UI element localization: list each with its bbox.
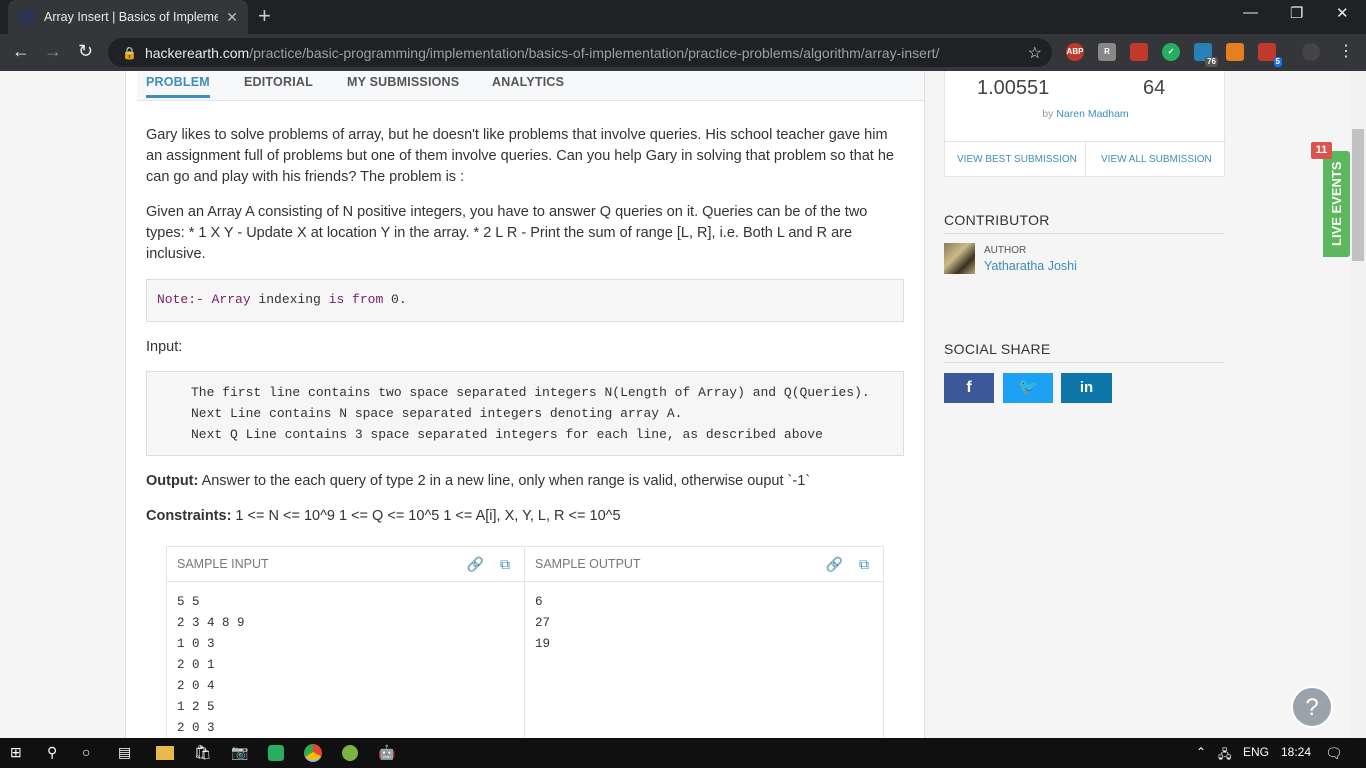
input-label: Input:	[146, 339, 183, 355]
sample-input-body: 5 5 2 3 4 8 9 1 0 3 2 0 1 2 0 4 1 2 5 2 …	[177, 595, 245, 735]
search-icon[interactable]: ⚲	[47, 744, 57, 761]
live-events-button[interactable]: LIVE EVENTS	[1323, 151, 1350, 257]
author-name-link[interactable]: Yatharatha Joshi	[984, 259, 1077, 273]
link-icon[interactable]: 🔗	[826, 556, 843, 572]
app-lime-icon[interactable]	[342, 745, 358, 761]
language-indicator[interactable]: ENG	[1243, 745, 1269, 759]
constraints-section: Constraints: 1 <= N <= 10^9 1 <= Q <= 10…	[146, 508, 621, 524]
facebook-share-button[interactable]: f	[944, 373, 994, 403]
url-host: hackerearth.com	[144, 44, 250, 61]
profile-avatar[interactable]	[1302, 43, 1320, 61]
network-icon[interactable]: 🖧	[1218, 745, 1231, 766]
extension-badge-count: 76	[1205, 57, 1218, 67]
view-all-submission-link[interactable]: VIEW ALL SUBMISSION	[1101, 154, 1212, 165]
chrome-taskbar-icon[interactable]	[304, 744, 322, 762]
sample-output-column: SAMPLE OUTPUT 🔗 ⧉ 6 27 19	[525, 547, 883, 738]
taskbar: ⊞ ⚲ ○ ▤ 🛍 📷 🤖 ⌃ 🖧 ENG 18:24 🗨	[0, 738, 1366, 768]
stat-value-2: 64	[1143, 77, 1166, 99]
store-icon[interactable]: 🛍	[194, 744, 212, 761]
bookmark-star-icon[interactable]: ☆	[1028, 43, 1042, 63]
page-viewport: PROBLEM EDITORIAL MY SUBMISSIONS ANALYTI…	[0, 71, 1366, 738]
minimize-icon[interactable]: —	[1243, 4, 1258, 21]
task-view-icon[interactable]: ▤	[118, 744, 131, 761]
clock[interactable]: 18:24	[1281, 745, 1311, 759]
restore-icon[interactable]: ❐	[1290, 4, 1303, 22]
stats-author: by Naren Madham	[1042, 108, 1129, 120]
browser-tab-strip: Array Insert | Basics of Implementati ✕ …	[0, 0, 1366, 34]
input-line: Next Q Line contains 3 space separated i…	[191, 427, 823, 442]
copy-icon[interactable]: ⧉	[859, 556, 869, 572]
stats-author-link[interactable]: Naren Madham	[1056, 108, 1128, 120]
extension-notify-icon[interactable]: 5	[1258, 43, 1282, 67]
favicon-icon	[18, 9, 34, 25]
browser-toolbar: ← → ↻ 🔒 hackerearth.com/practice/basic-p…	[0, 34, 1366, 71]
browser-tab[interactable]: Array Insert | Basics of Implementati ✕	[8, 0, 248, 34]
problem-intro: Gary likes to solve problems of array, b…	[146, 127, 894, 185]
twitter-share-button[interactable]: 🐦	[1003, 373, 1053, 403]
close-tab-icon[interactable]: ✕	[226, 9, 238, 26]
submission-links: VIEW BEST SUBMISSION VIEW ALL SUBMISSION	[945, 141, 1226, 178]
reload-icon[interactable]: ↻	[78, 41, 93, 62]
tab-analytics[interactable]: ANALYTICS	[492, 75, 564, 89]
output-section: Output: Answer to the each query of type…	[146, 473, 811, 489]
camera-icon[interactable]: 📷	[231, 744, 248, 761]
problem-tabs: PROBLEM EDITORIAL MY SUBMISSIONS ANALYTI…	[137, 71, 924, 101]
sample-output-header: SAMPLE OUTPUT 🔗 ⧉	[525, 547, 883, 582]
author-avatar[interactable]	[944, 243, 975, 274]
android-icon[interactable]: 🤖	[378, 744, 395, 761]
extension-r-icon[interactable]: R	[1098, 43, 1116, 61]
extension-color-icon[interactable]	[1226, 43, 1244, 61]
checkmark-extension-icon[interactable]: ✓	[1162, 43, 1180, 61]
problem-panel: PROBLEM EDITORIAL MY SUBMISSIONS ANALYTI…	[125, 71, 925, 738]
extension-notify-count: 5	[1273, 57, 1282, 67]
author-label: AUTHOR	[984, 245, 1027, 256]
help-button[interactable]: ?	[1291, 686, 1333, 728]
sample-output-body: 6 27 19	[535, 595, 551, 651]
input-format-box: The first line contains two space separa…	[146, 371, 904, 456]
file-explorer-icon[interactable]	[156, 746, 174, 760]
windows-start-icon[interactable]: ⊞	[10, 744, 22, 761]
menu-icon[interactable]: ⋮	[1338, 41, 1354, 61]
stat-value-1: 1.00551	[977, 77, 1050, 99]
lock-icon: 🔒	[122, 45, 137, 60]
extension-red-icon[interactable]	[1130, 43, 1148, 61]
app-green-icon[interactable]	[268, 745, 284, 761]
contributor-title: CONTRIBUTOR	[944, 212, 1225, 234]
scrollbar-thumb[interactable]	[1352, 129, 1364, 261]
view-best-submission-link[interactable]: VIEW BEST SUBMISSION	[957, 154, 1077, 165]
new-tab-button[interactable]: +	[258, 5, 271, 27]
sample-io: SAMPLE INPUT 🔗 ⧉ 5 5 2 3 4 8 9 1 0 3 2 0 …	[166, 546, 884, 738]
tab-title: Array Insert | Basics of Implementati	[44, 10, 219, 24]
live-events-count: 11	[1311, 142, 1332, 159]
close-window-icon[interactable]: ✕	[1336, 4, 1349, 22]
stats-card: 1.00551 64 by Naren Madham VIEW BEST SUB…	[944, 71, 1226, 178]
copy-icon[interactable]: ⧉	[500, 556, 510, 572]
social-share-title: SOCIAL SHARE	[944, 341, 1225, 363]
sample-input-header: SAMPLE INPUT 🔗 ⧉	[167, 547, 524, 582]
problem-description: Given an Array A consisting of N positiv…	[146, 204, 868, 262]
cortana-icon[interactable]: ○	[82, 744, 90, 760]
notifications-icon[interactable]: 🗨	[1325, 745, 1343, 762]
tab-my-submissions[interactable]: MY SUBMISSIONS	[347, 75, 459, 89]
link-icon[interactable]: 🔗	[467, 556, 484, 572]
divider	[1085, 142, 1086, 178]
tray-chevron-icon[interactable]: ⌃	[1196, 745, 1206, 759]
back-icon[interactable]: ←	[12, 41, 30, 62]
input-line: Next Line contains N space separated int…	[191, 406, 683, 421]
linkedin-share-button[interactable]: in	[1061, 373, 1112, 403]
adblock-icon[interactable]: ABP	[1066, 43, 1084, 61]
address-bar[interactable]: 🔒 hackerearth.com/practice/basic-program…	[108, 38, 1052, 67]
input-line: The first line contains two space separa…	[191, 385, 870, 400]
tab-problem[interactable]: PROBLEM	[146, 75, 210, 98]
tab-editorial[interactable]: EDITORIAL	[244, 75, 313, 89]
sample-input-column: SAMPLE INPUT 🔗 ⧉ 5 5 2 3 4 8 9 1 0 3 2 0 …	[167, 547, 525, 738]
url-path: /practice/basic-programming/implementati…	[249, 44, 940, 61]
extension-badge-icon[interactable]: 76	[1194, 43, 1218, 67]
note-box: Note:- Array indexing is from 0.	[146, 279, 904, 322]
forward-icon[interactable]: →	[44, 41, 62, 62]
